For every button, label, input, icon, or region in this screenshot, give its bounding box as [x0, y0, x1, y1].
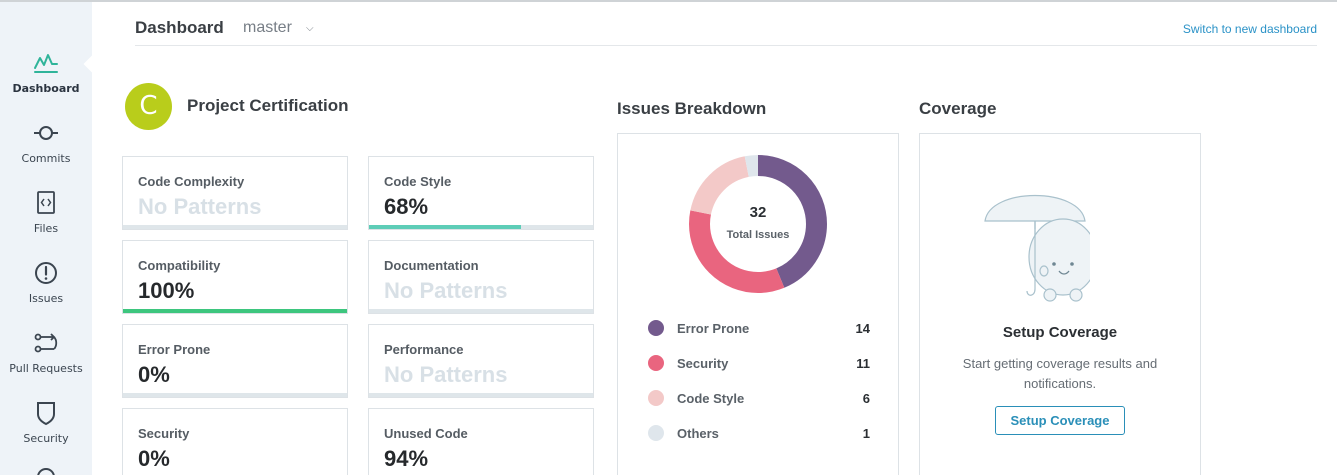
more-nav-icon[interactable] [33, 464, 59, 475]
metric-progress-bar [123, 225, 347, 229]
shield-icon [37, 402, 55, 426]
metric-card-error-prone[interactable]: Error Prone 0% [122, 324, 348, 398]
legend-value: 1 [862, 426, 870, 441]
setup-coverage-button[interactable]: Setup Coverage [995, 406, 1125, 435]
legend-swatch [648, 355, 664, 371]
metric-value: 94% [384, 446, 429, 471]
sidebar-item-label: Dashboard [12, 82, 80, 95]
pull-request-icon [34, 333, 58, 353]
total-issues-label: Total Issues [726, 229, 790, 241]
metric-progress-bar [369, 309, 593, 313]
setup-coverage-title: Setup Coverage [1002, 324, 1118, 341]
certification-grade-badge: C [125, 83, 172, 130]
metric-progress-bar [123, 309, 347, 313]
metric-progress-fill [369, 225, 522, 229]
issues-donut-chart: 32 Total Issues [688, 154, 828, 294]
metric-label: Code Complexity [138, 174, 245, 189]
sidebar-item-issues[interactable]: Issues [0, 260, 92, 320]
pulse-icon [34, 54, 58, 73]
top-border [0, 0, 1337, 2]
metric-progress-bar [369, 225, 593, 229]
issues-breakdown-title: Issues Breakdown [617, 99, 767, 118]
sidebar-item-label: Pull Requests [9, 362, 83, 375]
legend-value: 6 [862, 391, 870, 406]
metric-progress-bar [123, 393, 347, 397]
legend-item-security[interactable]: Security 11 [648, 354, 870, 374]
metric-card-performance[interactable]: Performance No Patterns [368, 324, 594, 398]
metric-value: 68% [384, 194, 429, 219]
metric-value: 0% [138, 362, 170, 387]
coverage-title: Coverage [919, 99, 997, 118]
metric-label: Compatibility [138, 258, 221, 273]
sidebar-item-security[interactable]: Security [0, 400, 92, 460]
sidebar-item-label: Issues [28, 292, 64, 305]
metric-progress-bar [369, 393, 593, 397]
branch-selector[interactable]: master [243, 19, 292, 37]
metric-progress-fill [123, 309, 347, 313]
metric-label: Unused Code [384, 426, 468, 441]
metric-value: No Patterns [384, 278, 508, 303]
metric-value: No Patterns [138, 194, 262, 219]
sidebar-item-files[interactable]: Files [0, 190, 92, 250]
sidebar: Dashboard Commits Files Issues Pull Requ… [0, 2, 101, 475]
legend-item-code-style[interactable]: Code Style 6 [648, 389, 870, 409]
total-issues-count: 32 [749, 204, 767, 221]
legend-swatch [648, 390, 664, 406]
metric-label: Code Style [384, 174, 452, 189]
legend-item-others[interactable]: Others 1 [648, 424, 870, 444]
metric-value: 0% [138, 446, 170, 471]
metric-label: Documentation [384, 258, 479, 273]
umbrella-illustration-icon [984, 195, 1090, 302]
legend-item-error-prone[interactable]: Error Prone 14 [648, 319, 870, 339]
metric-card-code-complexity[interactable]: Code Complexity No Patterns [122, 156, 348, 230]
legend-label: Error Prone [677, 321, 750, 336]
metric-label: Performance [384, 342, 464, 357]
sidebar-item-label: Files [33, 222, 59, 235]
sidebar-item-pull-requests[interactable]: Pull Requests [0, 330, 92, 390]
sidebar-item-commits[interactable]: Commits [0, 120, 92, 180]
setup-coverage-description: Start getting coverage results and notif… [962, 356, 1158, 391]
switch-dashboard-link[interactable]: Switch to new dashboard [1183, 22, 1317, 36]
commit-icon [34, 126, 58, 140]
issues-breakdown-panel: 32 Total Issues Error Prone 14 Security … [617, 133, 899, 475]
metric-value: No Patterns [384, 362, 508, 387]
legend-swatch [648, 425, 664, 441]
donut-svg [689, 155, 827, 293]
legend-label: Others [677, 426, 719, 441]
metric-card-documentation[interactable]: Documentation No Patterns [368, 240, 594, 314]
metric-label: Security [138, 426, 190, 441]
alert-circle-icon [35, 262, 57, 284]
metric-label: Error Prone [138, 342, 211, 357]
sidebar-item-label: Security [23, 432, 69, 445]
page-title: Dashboard [135, 18, 224, 37]
file-code-icon [37, 191, 55, 214]
metric-card-unused-code[interactable]: Unused Code 94% [368, 408, 594, 475]
coverage-panel: Setup Coverage Start getting coverage re… [919, 133, 1201, 475]
metric-value: 100% [138, 278, 195, 303]
chevron-down-icon[interactable]: ⌵ [306, 23, 314, 34]
legend-swatch [648, 320, 664, 336]
page-header: Dashboard master ⌵ Switch to new dashboa… [135, 14, 1317, 46]
legend-value: 14 [855, 321, 870, 336]
legend-label: Code Style [677, 391, 745, 406]
legend-label: Security [677, 356, 729, 371]
sidebar-item-label: Commits [21, 152, 71, 165]
metric-card-code-style[interactable]: Code Style 68% [368, 156, 594, 230]
metric-card-security[interactable]: Security 0% [122, 408, 348, 475]
sidebar-item-dashboard[interactable]: Dashboard [0, 50, 92, 110]
metric-card-compatibility[interactable]: Compatibility 100% [122, 240, 348, 314]
certification-title: Project Certification [187, 96, 349, 115]
legend-value: 11 [856, 356, 870, 371]
